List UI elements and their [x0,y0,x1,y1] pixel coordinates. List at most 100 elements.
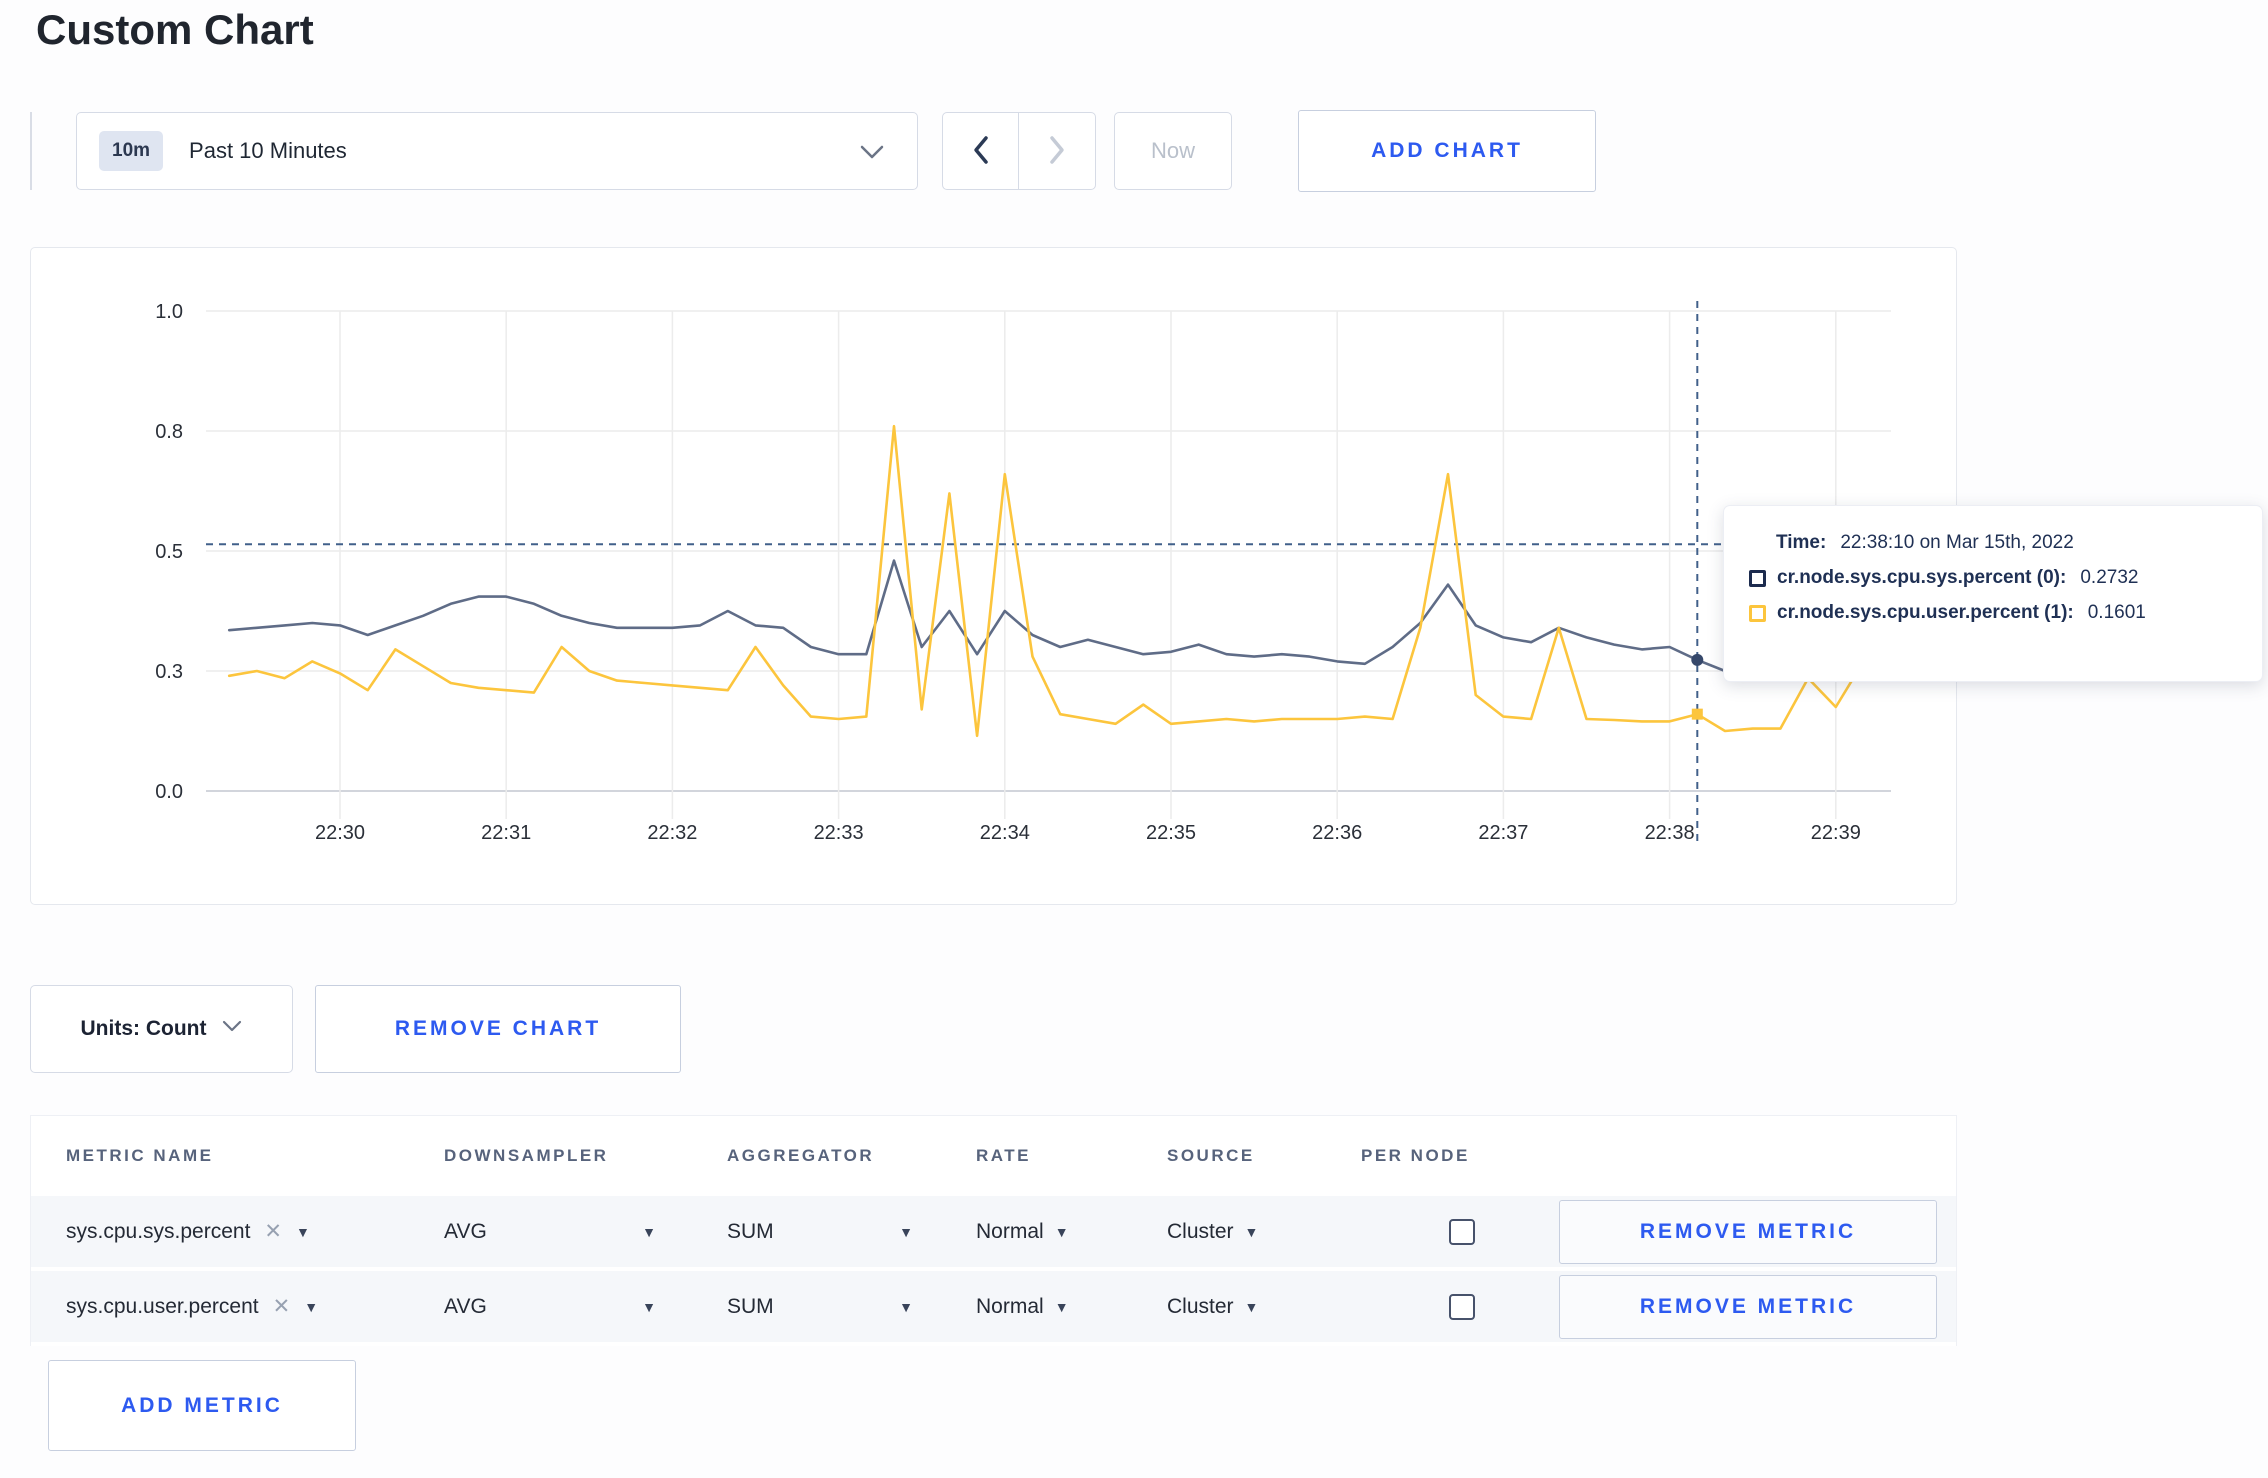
x-axis-tick-label: 22:32 [647,822,697,844]
caret-down-icon[interactable]: ▼ [899,1299,913,1315]
source-select[interactable]: Cluster ▼ [1167,1220,1361,1244]
per-node-checkbox[interactable] [1449,1218,1475,1245]
caret-down-icon[interactable]: ▼ [899,1224,913,1240]
downsampler-cell: AVG ▼ [444,1220,727,1244]
chart-tooltip: Time: 22:38:10 on Mar 15th, 2022 cr.node.s… [1723,505,2263,682]
caret-down-icon[interactable]: ▼ [642,1299,656,1315]
tooltip-series-value: 0.1601 [2087,602,2146,623]
column-header-metric-name: METRIC NAME [66,1146,214,1165]
time-range-select[interactable]: 10m Past 10 Minutes [76,112,918,190]
downsampler-value: AVG [444,1219,487,1243]
caret-down-icon[interactable]: ▼ [296,1224,310,1240]
per-node-checkbox[interactable] [1449,1293,1475,1320]
metrics-table-header: METRIC NAME DOWNSAMPLER AGGREGATOR RATE SOUR… [31,1116,1956,1196]
tooltip-series-value: 0.2732 [2080,567,2139,588]
caret-down-icon[interactable]: ▼ [1055,1299,1069,1315]
caret-down-icon[interactable]: ▼ [1245,1224,1259,1240]
metric-name-value: sys.cpu.user.percent [66,1294,259,1318]
x-axis-tick-label: 22:36 [1312,822,1362,844]
rate-select[interactable]: Normal ▼ [976,1220,1167,1244]
remove-metric-button[interactable]: REMOVE METRIC [1559,1274,1937,1339]
caret-down-icon[interactable]: ▼ [1055,1224,1069,1240]
previous-time-button[interactable] [943,113,1019,189]
remove-chart-button[interactable]: REMOVE CHART [315,985,681,1073]
per-node-cell [1361,1218,1559,1245]
chevron-left-icon [972,135,990,168]
x-axis-tick-label: 22:37 [1478,822,1528,844]
series-swatch-icon [1749,604,1766,622]
rate-value: Normal [976,1294,1044,1318]
clear-metric-icon[interactable]: ✕ [264,1219,282,1244]
metrics-table: METRIC NAME DOWNSAMPLER AGGREGATOR RATE SOUR… [30,1115,1957,1346]
metrics-table-body: sys.cpu.sys.percent ✕ ▼ AVG ▼ SUM ▼ Normal ▼ Clus… [31,1196,1956,1342]
column-header-source: SOURCE [1167,1146,1255,1165]
add-metric-button[interactable]: ADD METRIC [48,1360,356,1451]
metric-name-select[interactable]: sys.cpu.sys.percent ✕ ▼ [66,1219,444,1244]
downsampler-cell: AVG ▼ [444,1295,727,1319]
crosshair-marker-user [1691,708,1703,720]
y-axis-tick-label: 0.5 [155,541,183,563]
tooltip-series-row: cr.node.sys.cpu.user.percent (1): 0.1601 [1749,602,2234,624]
chart-card: 0.0 0.3 0.5 0.8 1.0 22:30 22:31 22:32 22:33 22:34… [30,247,1957,905]
caret-down-icon[interactable]: ▼ [304,1299,318,1315]
remove-metric-cell: REMOVE METRIC [1559,1199,1958,1264]
y-axis-tick-label: 0.0 [155,781,183,803]
column-header-rate: RATE [976,1146,1032,1165]
now-button[interactable]: Now [1114,112,1232,190]
aggregator-cell: SUM ▼ [727,1220,976,1244]
caret-down-icon[interactable]: ▼ [1245,1299,1259,1315]
units-select[interactable]: Units: Count [30,985,293,1073]
custom-chart-page: Custom Chart 10m Past 10 Minutes Now ADD… [0,0,2268,1478]
aggregator-value: SUM [727,1219,774,1243]
y-axis-tick-label: 0.8 [155,421,183,443]
remove-metric-cell: REMOVE METRIC [1559,1274,1958,1339]
x-axis-tick-label: 22:39 [1811,822,1861,844]
metric-row: sys.cpu.user.percent ✕ ▼ AVG ▼ SUM ▼ Normal ▼ Clu… [31,1271,1956,1342]
x-axis-tick-label: 22:30 [315,822,365,844]
tooltip-series-label: cr.node.sys.cpu.user.percent (1): [1777,602,2074,623]
units-label: Units: Count [80,1017,207,1040]
y-axis-tick-label: 1.0 [155,301,183,323]
chevron-down-icon [859,144,885,165]
page-title: Custom Chart [36,6,314,53]
downsampler-select[interactable]: AVG ▼ [444,1295,656,1319]
metrics-line-chart[interactable]: 0.0 0.3 0.5 0.8 1.0 22:30 22:31 22:32 22:33 22:34… [31,248,1956,904]
series-swatch-icon [1749,569,1766,587]
tooltip-time-label: Time: [1776,532,1827,553]
chevron-down-icon [222,1020,242,1038]
downsampler-select[interactable]: AVG ▼ [444,1220,656,1244]
tooltip-series-label: cr.node.sys.cpu.sys.percent (0): [1777,567,2067,588]
rate-select[interactable]: Normal ▼ [976,1295,1167,1319]
source-select[interactable]: Cluster ▼ [1167,1295,1361,1319]
next-time-button[interactable] [1019,113,1095,189]
caret-down-icon[interactable]: ▼ [642,1224,656,1240]
x-axis-tick-label: 22:35 [1146,822,1196,844]
column-header-aggregator: AGGREGATOR [727,1146,875,1165]
column-header-per-node: PER NODE [1361,1146,1470,1165]
clear-metric-icon[interactable]: ✕ [273,1294,291,1319]
downsampler-value: AVG [444,1294,487,1318]
remove-metric-button[interactable]: REMOVE METRIC [1559,1199,1937,1264]
series-line-0 [227,559,1865,673]
toolbar-divider [30,112,32,190]
chevron-right-icon [1048,135,1066,168]
time-step-arrows [942,112,1096,190]
metric-row: sys.cpu.sys.percent ✕ ▼ AVG ▼ SUM ▼ Normal ▼ Clus… [31,1196,1956,1267]
aggregator-cell: SUM ▼ [727,1295,976,1319]
crosshair-marker-sys [1691,653,1704,666]
rate-value: Normal [976,1219,1044,1243]
aggregator-select[interactable]: SUM ▼ [727,1220,913,1244]
metric-name-value: sys.cpu.sys.percent [66,1219,251,1243]
column-header-downsampler: DOWNSAMPLER [444,1146,609,1165]
x-axis-tick-label: 22:33 [814,822,864,844]
aggregator-value: SUM [727,1294,774,1318]
add-chart-button[interactable]: ADD CHART [1298,110,1596,192]
tooltip-series-row: cr.node.sys.cpu.sys.percent (0): 0.2732 [1749,567,2234,589]
aggregator-select[interactable]: SUM ▼ [727,1295,913,1319]
x-axis-tick-label: 22:31 [481,822,531,844]
time-range-badge: 10m [99,131,164,171]
time-range-label: Past 10 Minutes [189,138,347,163]
metric-name-select[interactable]: sys.cpu.user.percent ✕ ▼ [66,1294,444,1319]
tooltip-time-row: Time: 22:38:10 on Mar 15th, 2022 [1749,532,2234,554]
source-value: Cluster [1167,1294,1234,1318]
